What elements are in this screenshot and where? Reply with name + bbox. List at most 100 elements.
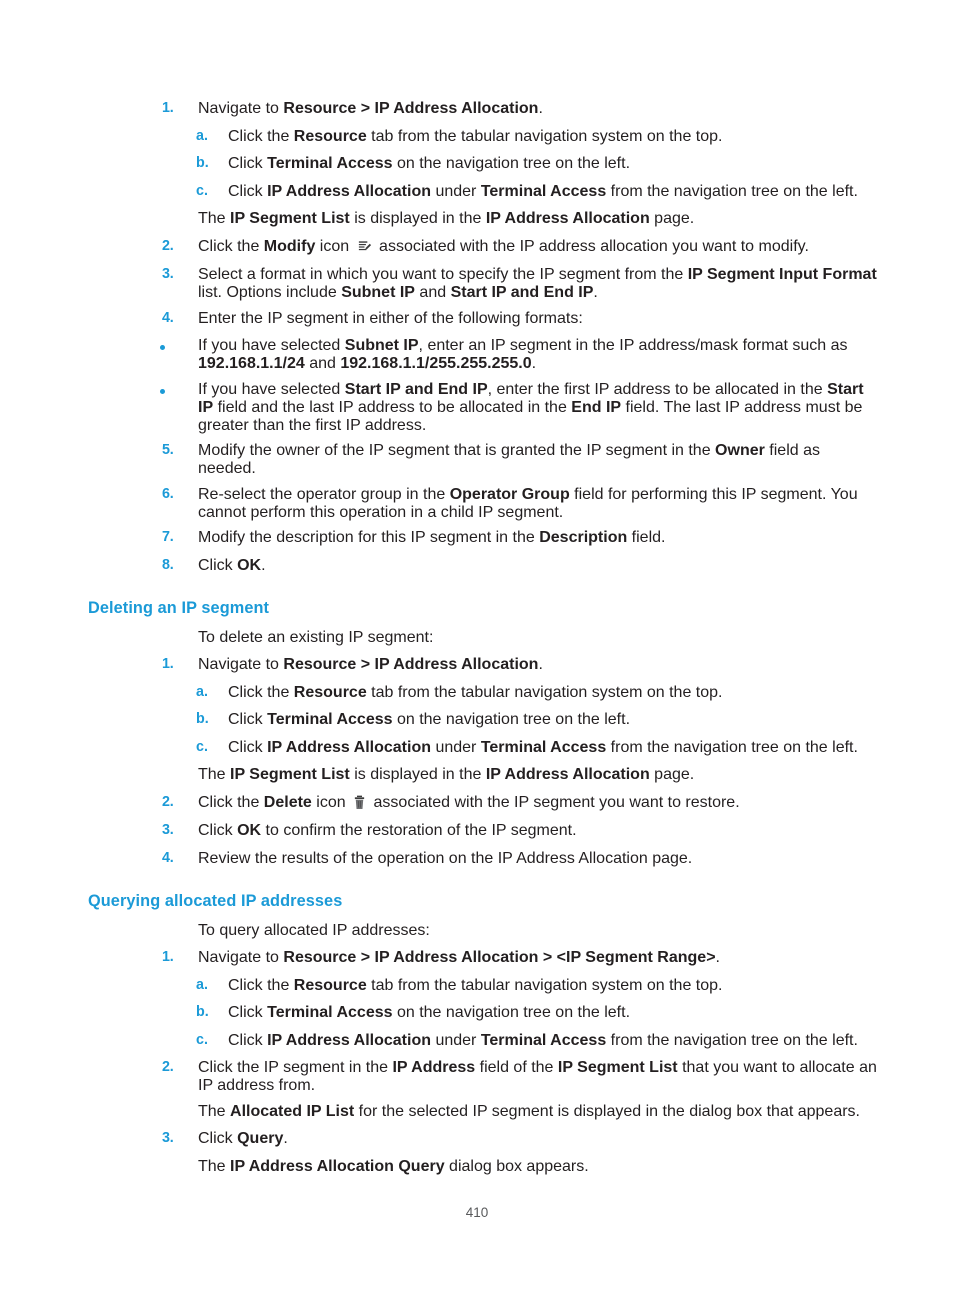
list-item-text: Click IP Address Allocation under Termin… xyxy=(228,183,858,200)
body-text: To query allocated IP addresses: xyxy=(198,921,430,939)
emphasis-text: Resource > IP Address Allocation > <IP S… xyxy=(283,949,716,966)
body-text: page. xyxy=(649,210,695,227)
list-item-text: Click Terminal Access on the navigation … xyxy=(228,711,630,728)
body-text: . xyxy=(283,1130,288,1147)
emphasis-text: IP Segment List xyxy=(230,766,350,783)
list-marker: 4. xyxy=(162,309,174,326)
emphasis-text: Resource xyxy=(293,976,367,994)
list-marker: b. xyxy=(196,711,209,727)
numbered-list-item: 1. Navigate to Resource > IP Address Allo… xyxy=(0,656,954,676)
list-marker: 2. xyxy=(162,793,174,810)
list-marker: c. xyxy=(196,1031,208,1048)
bullet-dot-icon xyxy=(160,345,165,350)
body-text: To delete an existing IP segment: xyxy=(198,628,434,646)
list-marker: a. xyxy=(196,127,208,144)
emphasis-text: IP Segment Input Format xyxy=(687,266,877,283)
list-marker: 7. xyxy=(162,529,174,545)
list-item-text: Navigate to Resource > IP Address Alloca… xyxy=(198,100,543,117)
body-text: on the navigation tree on the left. xyxy=(392,155,631,172)
body-text: Click xyxy=(228,1004,268,1021)
lettered-list-item: c. Click IP Address Allocation under Term… xyxy=(0,739,954,759)
body-text: Click the xyxy=(198,793,264,811)
body-text: , enter an IP segment in the IP address/… xyxy=(418,337,848,354)
continuation-paragraph: The IP Address Allocation Query dialog b… xyxy=(0,1158,954,1178)
body-text: under xyxy=(431,1031,481,1049)
body-text: . xyxy=(593,284,598,301)
continuation-paragraph: To query allocated IP addresses: xyxy=(0,922,954,942)
list-item-text: Modify the description for this IP segme… xyxy=(198,529,665,546)
list-marker: 2. xyxy=(162,237,174,254)
numbered-list-item: 6. Re-select the operator group in the Op… xyxy=(0,486,954,522)
lettered-list-item: b. Click Terminal Access on the navigatio… xyxy=(0,155,954,175)
list-item-text: Review the results of the operation on t… xyxy=(198,850,692,867)
list-item-text: Modify the owner of the IP segment that … xyxy=(198,442,820,477)
list-item-text: Re-select the operator group in the Oper… xyxy=(198,486,858,521)
emphasis-text: IP Segment List xyxy=(230,210,350,227)
body-text: is displayed in the xyxy=(349,210,486,227)
body-text: icon xyxy=(311,793,351,811)
emphasis-text: IP Address Allocation xyxy=(485,210,650,227)
list-marker: c. xyxy=(196,182,208,199)
emphasis-text: Resource > IP Address Allocation xyxy=(283,656,539,673)
emphasis-text: Terminal Access xyxy=(480,1031,607,1049)
list-item-text: Click Query. xyxy=(198,1130,288,1147)
bullet-list-item: If you have selected Subnet IP, enter an… xyxy=(0,337,954,373)
body-text: from the navigation tree on the left. xyxy=(606,1031,858,1049)
body-text: dialog box appears. xyxy=(444,1157,589,1175)
emphasis-text: Delete xyxy=(263,793,312,811)
body-text: page. xyxy=(649,766,695,783)
body-text: Click the xyxy=(228,976,294,994)
delete-icon[interactable] xyxy=(353,795,366,815)
lettered-list-item: a. Click the Resource tab from the tabula… xyxy=(0,684,954,704)
emphasis-text: Query xyxy=(237,1130,284,1147)
emphasis-text: Allocated IP List xyxy=(230,1102,355,1120)
emphasis-text: Terminal Access xyxy=(480,738,607,756)
body-text: Click xyxy=(228,738,268,756)
body-text: Click xyxy=(228,1031,268,1049)
list-item-text: If you have selected Start IP and End IP… xyxy=(198,381,864,434)
body-text: and xyxy=(304,355,341,372)
emphasis-text: IP Address xyxy=(392,1059,476,1076)
emphasis-text: IP Address Allocation xyxy=(267,1031,431,1049)
body-text: Enter the IP segment in either of the fo… xyxy=(198,309,583,327)
list-item-text: Click the IP segment in the IP Address f… xyxy=(198,1059,877,1094)
section-heading-querying-allocated-ip-addresses: Querying allocated IP addresses xyxy=(88,891,343,910)
lettered-list-item: c. Click IP Address Allocation under Term… xyxy=(0,1032,954,1052)
body-text: Navigate to xyxy=(198,949,284,966)
body-text: list. Options include xyxy=(198,284,342,301)
emphasis-text: 192.168.1.1/255.255.255.0 xyxy=(340,355,532,372)
modify-icon[interactable] xyxy=(357,239,372,259)
body-text: . xyxy=(715,949,720,966)
list-marker: 3. xyxy=(162,266,174,282)
numbered-list-item: 4. Review the results of the operation on… xyxy=(0,850,954,870)
continuation-paragraph: The Allocated IP List for the selected I… xyxy=(0,1103,954,1123)
bullet-dot-icon xyxy=(160,388,165,394)
emphasis-text: Resource > IP Address Allocation xyxy=(283,100,539,117)
emphasis-text: Operator Group xyxy=(449,485,570,503)
list-item-text: Click the Delete icon associated with th… xyxy=(198,794,740,811)
list-item-text: Click IP Address Allocation under Termin… xyxy=(228,1032,858,1049)
body-text: . xyxy=(261,556,266,574)
body-text: The xyxy=(198,1157,231,1175)
lettered-list-item: b. Click Terminal Access on the navigatio… xyxy=(0,711,954,731)
body-text: Modify the description for this IP segme… xyxy=(198,529,540,546)
emphasis-text: Owner xyxy=(715,442,765,459)
numbered-list-item: 1. Navigate to Resource > IP Address Allo… xyxy=(0,949,954,969)
body-text: tab from the tabular navigation system o… xyxy=(366,683,723,701)
emphasis-text: Description xyxy=(539,529,628,546)
list-item-text: Click the Resource tab from the tabular … xyxy=(228,684,722,701)
list-marker: b. xyxy=(196,155,209,171)
body-text: If you have selected xyxy=(198,337,345,354)
numbered-list-item: 3. Click OK to confirm the restoration of… xyxy=(0,822,954,842)
section-heading-deleting-ip-segment: Deleting an IP segment xyxy=(88,598,270,617)
emphasis-text: IP Segment List xyxy=(557,1059,678,1076)
body-text: under xyxy=(431,738,481,756)
list-item-text: Click OK. xyxy=(198,557,266,574)
body-text: field and the last IP address to be allo… xyxy=(213,398,572,416)
body-text: Navigate to xyxy=(198,656,284,673)
lettered-list-item: a. Click the Resource tab from the tabula… xyxy=(0,128,954,148)
numbered-list-item: 4. Enter the IP segment in either of the … xyxy=(0,310,954,330)
emphasis-text: Terminal Access xyxy=(267,711,393,728)
list-marker: c. xyxy=(196,738,208,755)
bullet-list-item: If you have selected Start IP and End IP… xyxy=(0,381,954,435)
